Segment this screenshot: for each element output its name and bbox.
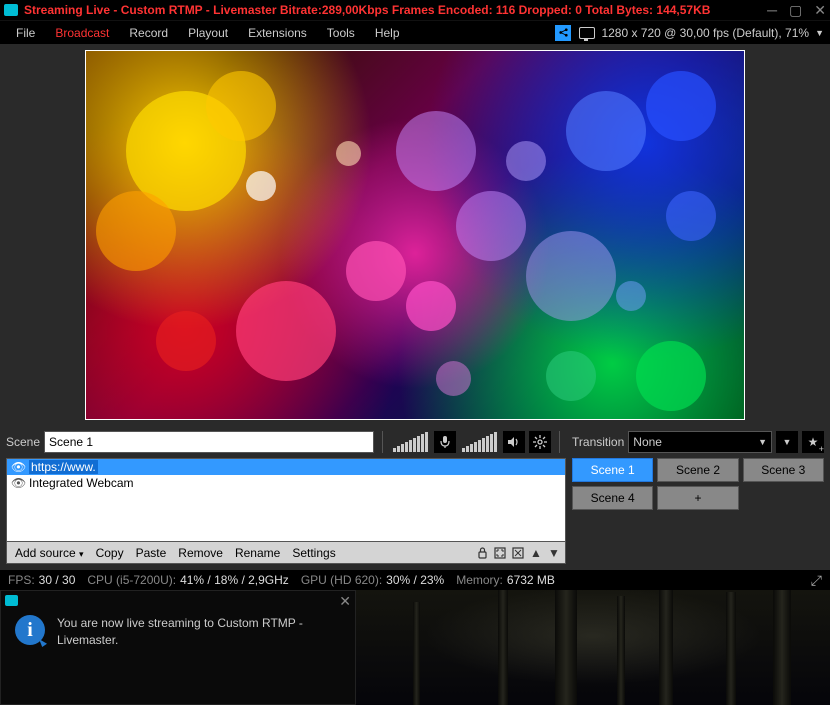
memory-value: 6732 MB [507, 573, 555, 587]
visibility-icon[interactable]: 👁 [11, 460, 25, 474]
app-icon [4, 4, 18, 16]
fit-screen-icon[interactable] [493, 546, 507, 560]
add-source-button[interactable]: Add source ▾ [11, 546, 88, 560]
info-icon: i [15, 615, 45, 645]
controls-row: Scene Transition None ▼ ▼ ★+ [0, 426, 830, 458]
maximize-button[interactable]: ▢ [789, 3, 802, 17]
sources-toolbar: Add source ▾ Copy Paste Remove Rename Se… [6, 542, 566, 564]
menu-record[interactable]: Record [119, 26, 178, 40]
titlebar: Streaming Live - Custom RTMP - Livemaste… [0, 0, 830, 20]
scene-button-2[interactable]: Scene 2 [657, 458, 738, 482]
scene-button-1[interactable]: Scene 1 [572, 458, 653, 482]
lock-icon[interactable] [475, 546, 489, 560]
preview-canvas[interactable] [85, 50, 745, 420]
resolution-dropdown[interactable]: ▼ [815, 28, 824, 38]
sources-list[interactable]: 👁 https://www. 👁 Integrated Webcam [6, 458, 566, 542]
app-icon [5, 595, 18, 606]
chevron-down-icon: ▼ [758, 437, 767, 447]
menu-playout[interactable]: Playout [178, 26, 238, 40]
transition-value: None [633, 435, 662, 449]
paste-button[interactable]: Paste [132, 546, 171, 560]
notification-close-button[interactable]: ✕ [339, 593, 351, 610]
visibility-icon[interactable]: 👁 [11, 476, 25, 490]
window-title: Streaming Live - Custom RTMP - Livemaste… [24, 3, 759, 17]
microphone-button[interactable] [434, 431, 456, 453]
notification-message: You are now live streaming to Custom RTM… [57, 615, 341, 649]
scene-label: Scene [6, 435, 40, 449]
menu-file[interactable]: File [6, 26, 45, 40]
scene-name-input[interactable] [44, 431, 374, 453]
speaker-volume-slider[interactable] [462, 432, 497, 452]
source-item[interactable]: 👁 https://www. [7, 459, 565, 475]
minimize-button[interactable]: ─ [767, 3, 777, 17]
secondary-preview[interactable] [356, 590, 830, 705]
menu-broadcast[interactable]: Broadcast [45, 26, 119, 40]
memory-label: Memory: [456, 573, 503, 587]
cpu-value: 41% / 18% / 2,9GHz [180, 573, 289, 587]
settings-button[interactable] [529, 431, 551, 453]
source-item[interactable]: 👁 Integrated Webcam [7, 475, 565, 491]
cpu-label: CPU (i5-7200U): [87, 573, 176, 587]
preview-area [0, 44, 830, 426]
bottom-area: ✕ i You are now live streaming to Custom… [0, 590, 830, 705]
performance-bar: FPS: 30 / 30 CPU (i5-7200U): 41% / 18% / 2… [0, 570, 830, 590]
scene-button-3[interactable]: Scene 3 [743, 458, 824, 482]
mic-volume-slider[interactable] [393, 432, 428, 452]
rename-button[interactable]: Rename [231, 546, 284, 560]
scenes-panel: 👁 https://www. 👁 Integrated Webcam Add s… [0, 458, 830, 570]
source-label: https://www. [29, 460, 98, 474]
expand-panel-icon[interactable]: ⤢ [811, 572, 822, 589]
transition-dropdown-button[interactable]: ▼ [776, 431, 798, 453]
expand-icon[interactable] [511, 546, 525, 560]
scene-button-4[interactable]: Scene 4 [572, 486, 653, 510]
transition-select[interactable]: None ▼ [628, 431, 772, 453]
move-down-icon[interactable]: ▼ [547, 546, 561, 560]
close-button[interactable]: ✕ [814, 3, 826, 17]
source-label: Integrated Webcam [29, 476, 134, 490]
add-scene-button[interactable]: + [657, 486, 738, 510]
remove-button[interactable]: Remove [174, 546, 227, 560]
move-up-icon[interactable]: ▲ [529, 546, 543, 560]
menubar: File Broadcast Record Playout Extensions… [0, 20, 830, 44]
gpu-value: 30% / 23% [386, 573, 444, 587]
copy-button[interactable]: Copy [92, 546, 128, 560]
resolution-text: 1280 x 720 @ 30,00 fps (Default), 71% [601, 26, 815, 40]
monitor-icon [579, 27, 595, 39]
fps-label: FPS: [8, 573, 35, 587]
favorite-button[interactable]: ★+ [802, 431, 824, 453]
notification-panel: ✕ i You are now live streaming to Custom… [0, 590, 356, 705]
transition-label: Transition [572, 435, 624, 449]
share-icon[interactable] [555, 25, 571, 41]
speaker-button[interactable] [503, 431, 525, 453]
gpu-label: GPU (HD 620): [301, 573, 382, 587]
fps-value: 30 / 30 [39, 573, 76, 587]
menu-help[interactable]: Help [365, 26, 410, 40]
source-settings-button[interactable]: Settings [288, 546, 339, 560]
menu-extensions[interactable]: Extensions [238, 26, 317, 40]
scene-grid: Scene 1 Scene 2 Scene 3 Scene 4 + [572, 458, 824, 564]
menu-tools[interactable]: Tools [317, 26, 365, 40]
